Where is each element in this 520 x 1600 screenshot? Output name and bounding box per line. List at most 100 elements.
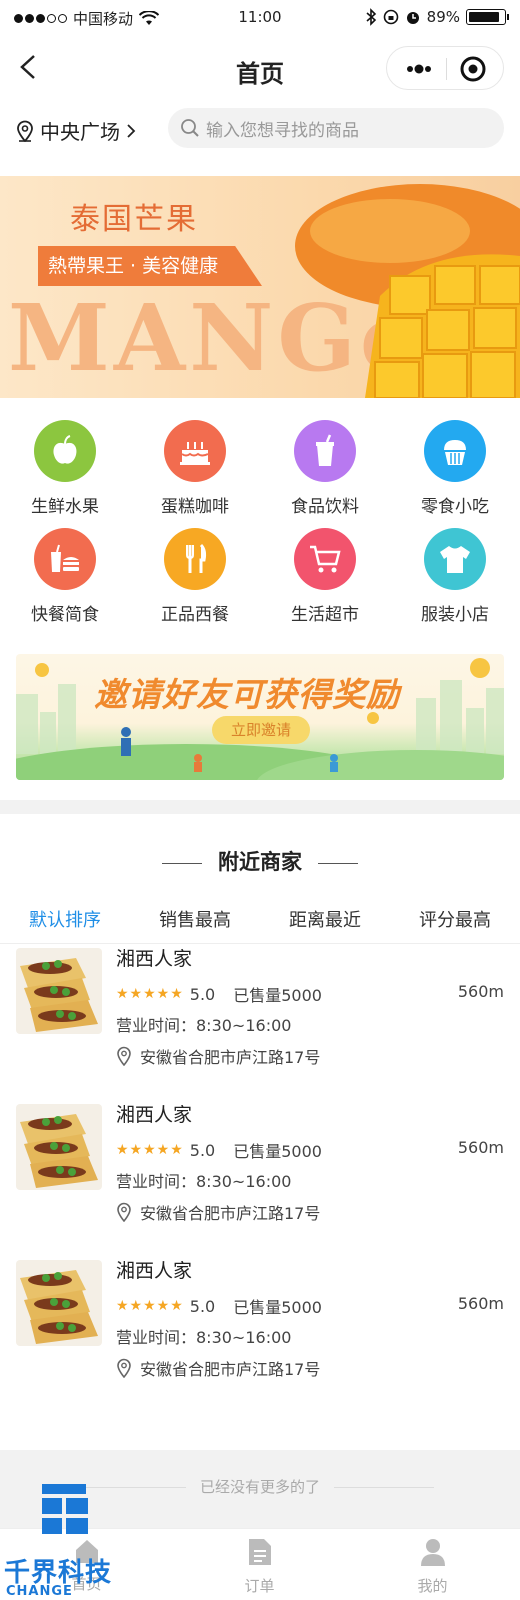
shop-distance: 560m — [457, 1294, 504, 1313]
shop-thumbnail — [16, 1104, 102, 1190]
promo-banner[interactable]: MANGo 泰国芒果 熱帶果王 · 美容健康 — [0, 176, 520, 398]
tab-label: 订单 — [244, 1577, 275, 1595]
category-supermarket[interactable]: 生活超市 — [260, 528, 390, 625]
close-miniapp-icon[interactable] — [459, 55, 487, 83]
sort-tab-sales[interactable]: 销售最高 — [130, 906, 260, 932]
shop-rating: 5.0 — [189, 984, 216, 1004]
location-selector[interactable]: 中央广场 — [16, 116, 136, 145]
shop-rating-row: ★★★★★ 5.0 已售量5000 — [116, 1294, 322, 1318]
shop-address: 安徽省合肥市庐江路17号 — [140, 1360, 321, 1379]
shop-distance: 560m — [457, 982, 504, 1001]
category-fresh-fruit[interactable]: 生鲜水果 — [0, 420, 130, 517]
shop-address: 安徽省合肥市庐江路17号 — [140, 1048, 321, 1067]
tab-label: 我的 — [417, 1577, 448, 1595]
user-icon — [420, 1539, 445, 1566]
cart-icon — [294, 528, 356, 590]
page: 中国移动 11:00 89% 首页 中央广场 输入您想寻找的商品 MANGo 泰… — [0, 0, 520, 1600]
sort-tab-distance[interactable]: 距离最近 — [260, 906, 390, 932]
order-icon — [248, 1539, 271, 1565]
star-rating-icon: ★★★★★ — [116, 986, 184, 1002]
bluetooth-icon — [366, 8, 376, 26]
fastfood-icon — [34, 528, 96, 590]
location-pin-icon — [117, 1046, 131, 1066]
banner-tagline: 熱帶果王 · 美容健康 — [38, 246, 262, 286]
lock-rotation-icon — [383, 9, 398, 25]
category-clothing[interactable]: 服装小店 — [390, 528, 520, 625]
location-pin-icon — [117, 1202, 131, 1222]
category-fast-food[interactable]: 快餐简食 — [0, 528, 130, 625]
shop-sold: 已售量5000 — [233, 1298, 322, 1317]
shop-card[interactable]: 湘西人家 ★★★★★ 5.0 已售量5000 560m 营业时间：8:30~16:00 安徽… — [0, 948, 520, 1098]
search-placeholder: 输入您想寻找的商品 — [206, 120, 359, 141]
shop-card[interactable]: 湘西人家 ★★★★★ 5.0 已售量5000 560m 营业时间：8:30~16:00 安徽… — [0, 1260, 520, 1410]
category-food-drinks[interactable]: 食品饮料 — [260, 420, 390, 517]
invite-banner[interactable]: 邀请好友可获得奖励 立即邀请 — [16, 654, 504, 780]
drink-icon — [294, 420, 356, 482]
category-label: 快餐简食 — [31, 605, 99, 625]
shop-rating-row: ★★★★★ 5.0 已售量5000 — [116, 982, 322, 1006]
shop-address-row: 安徽省合肥市庐江路17号 — [116, 1044, 320, 1068]
shop-name: 湘西人家 — [116, 1260, 193, 1282]
star-rating-icon: ★★★★★ — [116, 1142, 184, 1158]
nav-bar: 首页 — [0, 40, 520, 98]
category-snacks[interactable]: 零食小吃 — [390, 420, 520, 517]
status-bar: 中国移动 11:00 89% — [0, 0, 520, 34]
category-label: 食品饮料 — [291, 497, 359, 517]
shop-card[interactable]: 湘西人家 ★★★★★ 5.0 已售量5000 560m 营业时间：8:30~16:00 安徽… — [0, 1104, 520, 1254]
invite-button[interactable]: 立即邀请 — [212, 716, 310, 744]
section-divider — [0, 800, 520, 814]
shop-address-row: 安徽省合肥市庐江路17号 — [116, 1356, 320, 1380]
category-cake-coffee[interactable]: 蛋糕咖啡 — [130, 420, 260, 517]
more-icon[interactable] — [405, 59, 433, 79]
invite-text: 邀请好友可获得奖励 — [94, 675, 400, 714]
shop-sold: 已售量5000 — [233, 1142, 322, 1161]
mango-image — [295, 184, 520, 398]
sort-tab-rating[interactable]: 评分最高 — [390, 906, 520, 932]
shop-hours: 营业时间：8:30~16:00 — [116, 1328, 292, 1347]
apple-icon — [34, 420, 96, 482]
tab-mine[interactable]: 我的 — [346, 1537, 519, 1596]
sort-tab-default[interactable]: 默认排序 — [0, 906, 130, 932]
shop-rating: 5.0 — [189, 1296, 216, 1316]
cake-icon — [164, 420, 226, 482]
category-label: 正品西餐 — [161, 605, 229, 625]
shop-name: 湘西人家 — [116, 1104, 193, 1126]
cupcake-icon — [424, 420, 486, 482]
shop-thumbnail — [16, 1260, 102, 1346]
battery-fill — [469, 12, 500, 22]
category-western-food[interactable]: 正品西餐 — [130, 528, 260, 625]
location-pin-icon — [117, 1358, 131, 1378]
shop-address: 安徽省合肥市庐江路17号 — [140, 1204, 321, 1223]
shop-sold: 已售量5000 — [233, 986, 322, 1005]
category-label: 生鲜水果 — [31, 497, 99, 517]
location-label: 中央广场 — [40, 120, 120, 144]
category-label: 生活超市 — [291, 605, 359, 625]
tshirt-icon — [424, 528, 486, 590]
search-icon — [181, 119, 199, 137]
mini-program-capsule — [386, 46, 504, 90]
nearby-title: 附近商家 — [0, 846, 520, 876]
shop-hours: 营业时间：8:30~16:00 — [116, 1172, 292, 1191]
star-rating-icon: ★★★★★ — [116, 1298, 184, 1314]
battery-percent: 89% — [426, 8, 460, 26]
chevron-right-icon — [127, 123, 136, 138]
sort-tabs: 默认排序 销售最高 距离最近 评分最高 — [0, 904, 520, 944]
tab-orders[interactable]: 订单 — [173, 1537, 346, 1596]
alarm-icon — [406, 12, 419, 24]
location-pin-icon — [17, 120, 33, 142]
watermark-subtext: CHANGE — [6, 1584, 73, 1599]
shop-address-row: 安徽省合肥市庐江路17号 — [116, 1200, 320, 1224]
category-label: 服装小店 — [421, 605, 489, 625]
shop-thumbnail — [16, 948, 102, 1034]
battery-icon — [466, 9, 509, 25]
shop-name: 湘西人家 — [116, 948, 193, 970]
shop-distance: 560m — [457, 1138, 504, 1157]
category-label: 蛋糕咖啡 — [161, 497, 229, 517]
shop-rating: 5.0 — [189, 1140, 216, 1160]
banner-title: 泰国芒果 — [70, 202, 198, 237]
shop-rating-row: ★★★★★ 5.0 已售量5000 — [116, 1138, 322, 1162]
fork-knife-icon — [164, 528, 226, 590]
category-label: 零食小吃 — [421, 497, 489, 517]
shop-hours: 营业时间：8:30~16:00 — [116, 1016, 292, 1035]
search-input[interactable]: 输入您想寻找的商品 — [168, 108, 504, 148]
